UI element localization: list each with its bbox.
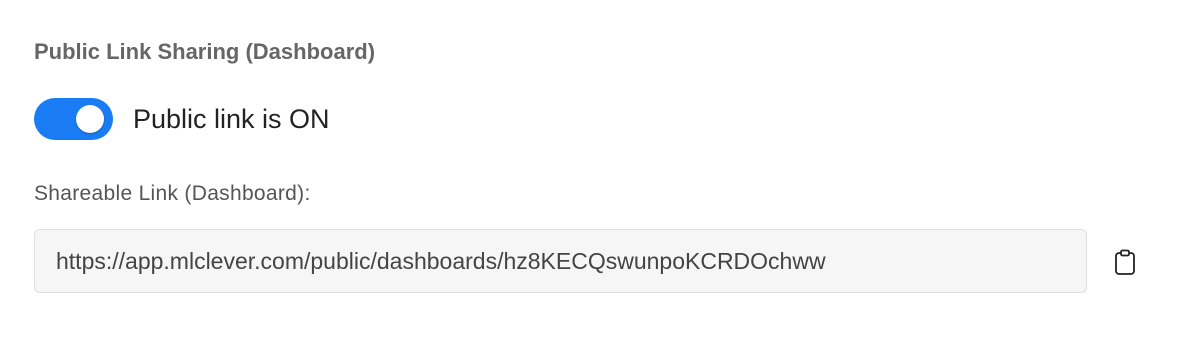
public-link-toggle[interactable] <box>34 98 113 140</box>
public-link-status-label: Public link is ON <box>133 104 330 134</box>
public-link-sharing-panel: Public Link Sharing (Dashboard) Public l… <box>0 0 1184 350</box>
clipboard-icon <box>1114 249 1136 275</box>
public-link-toggle-row: Public link is ON <box>34 98 330 140</box>
copy-link-button[interactable] <box>1110 247 1140 277</box>
shareable-link-label: Shareable Link (Dashboard): <box>34 182 311 205</box>
toggle-knob <box>76 105 104 133</box>
section-title: Public Link Sharing (Dashboard) <box>34 39 376 64</box>
shareable-link-input[interactable] <box>34 229 1087 293</box>
